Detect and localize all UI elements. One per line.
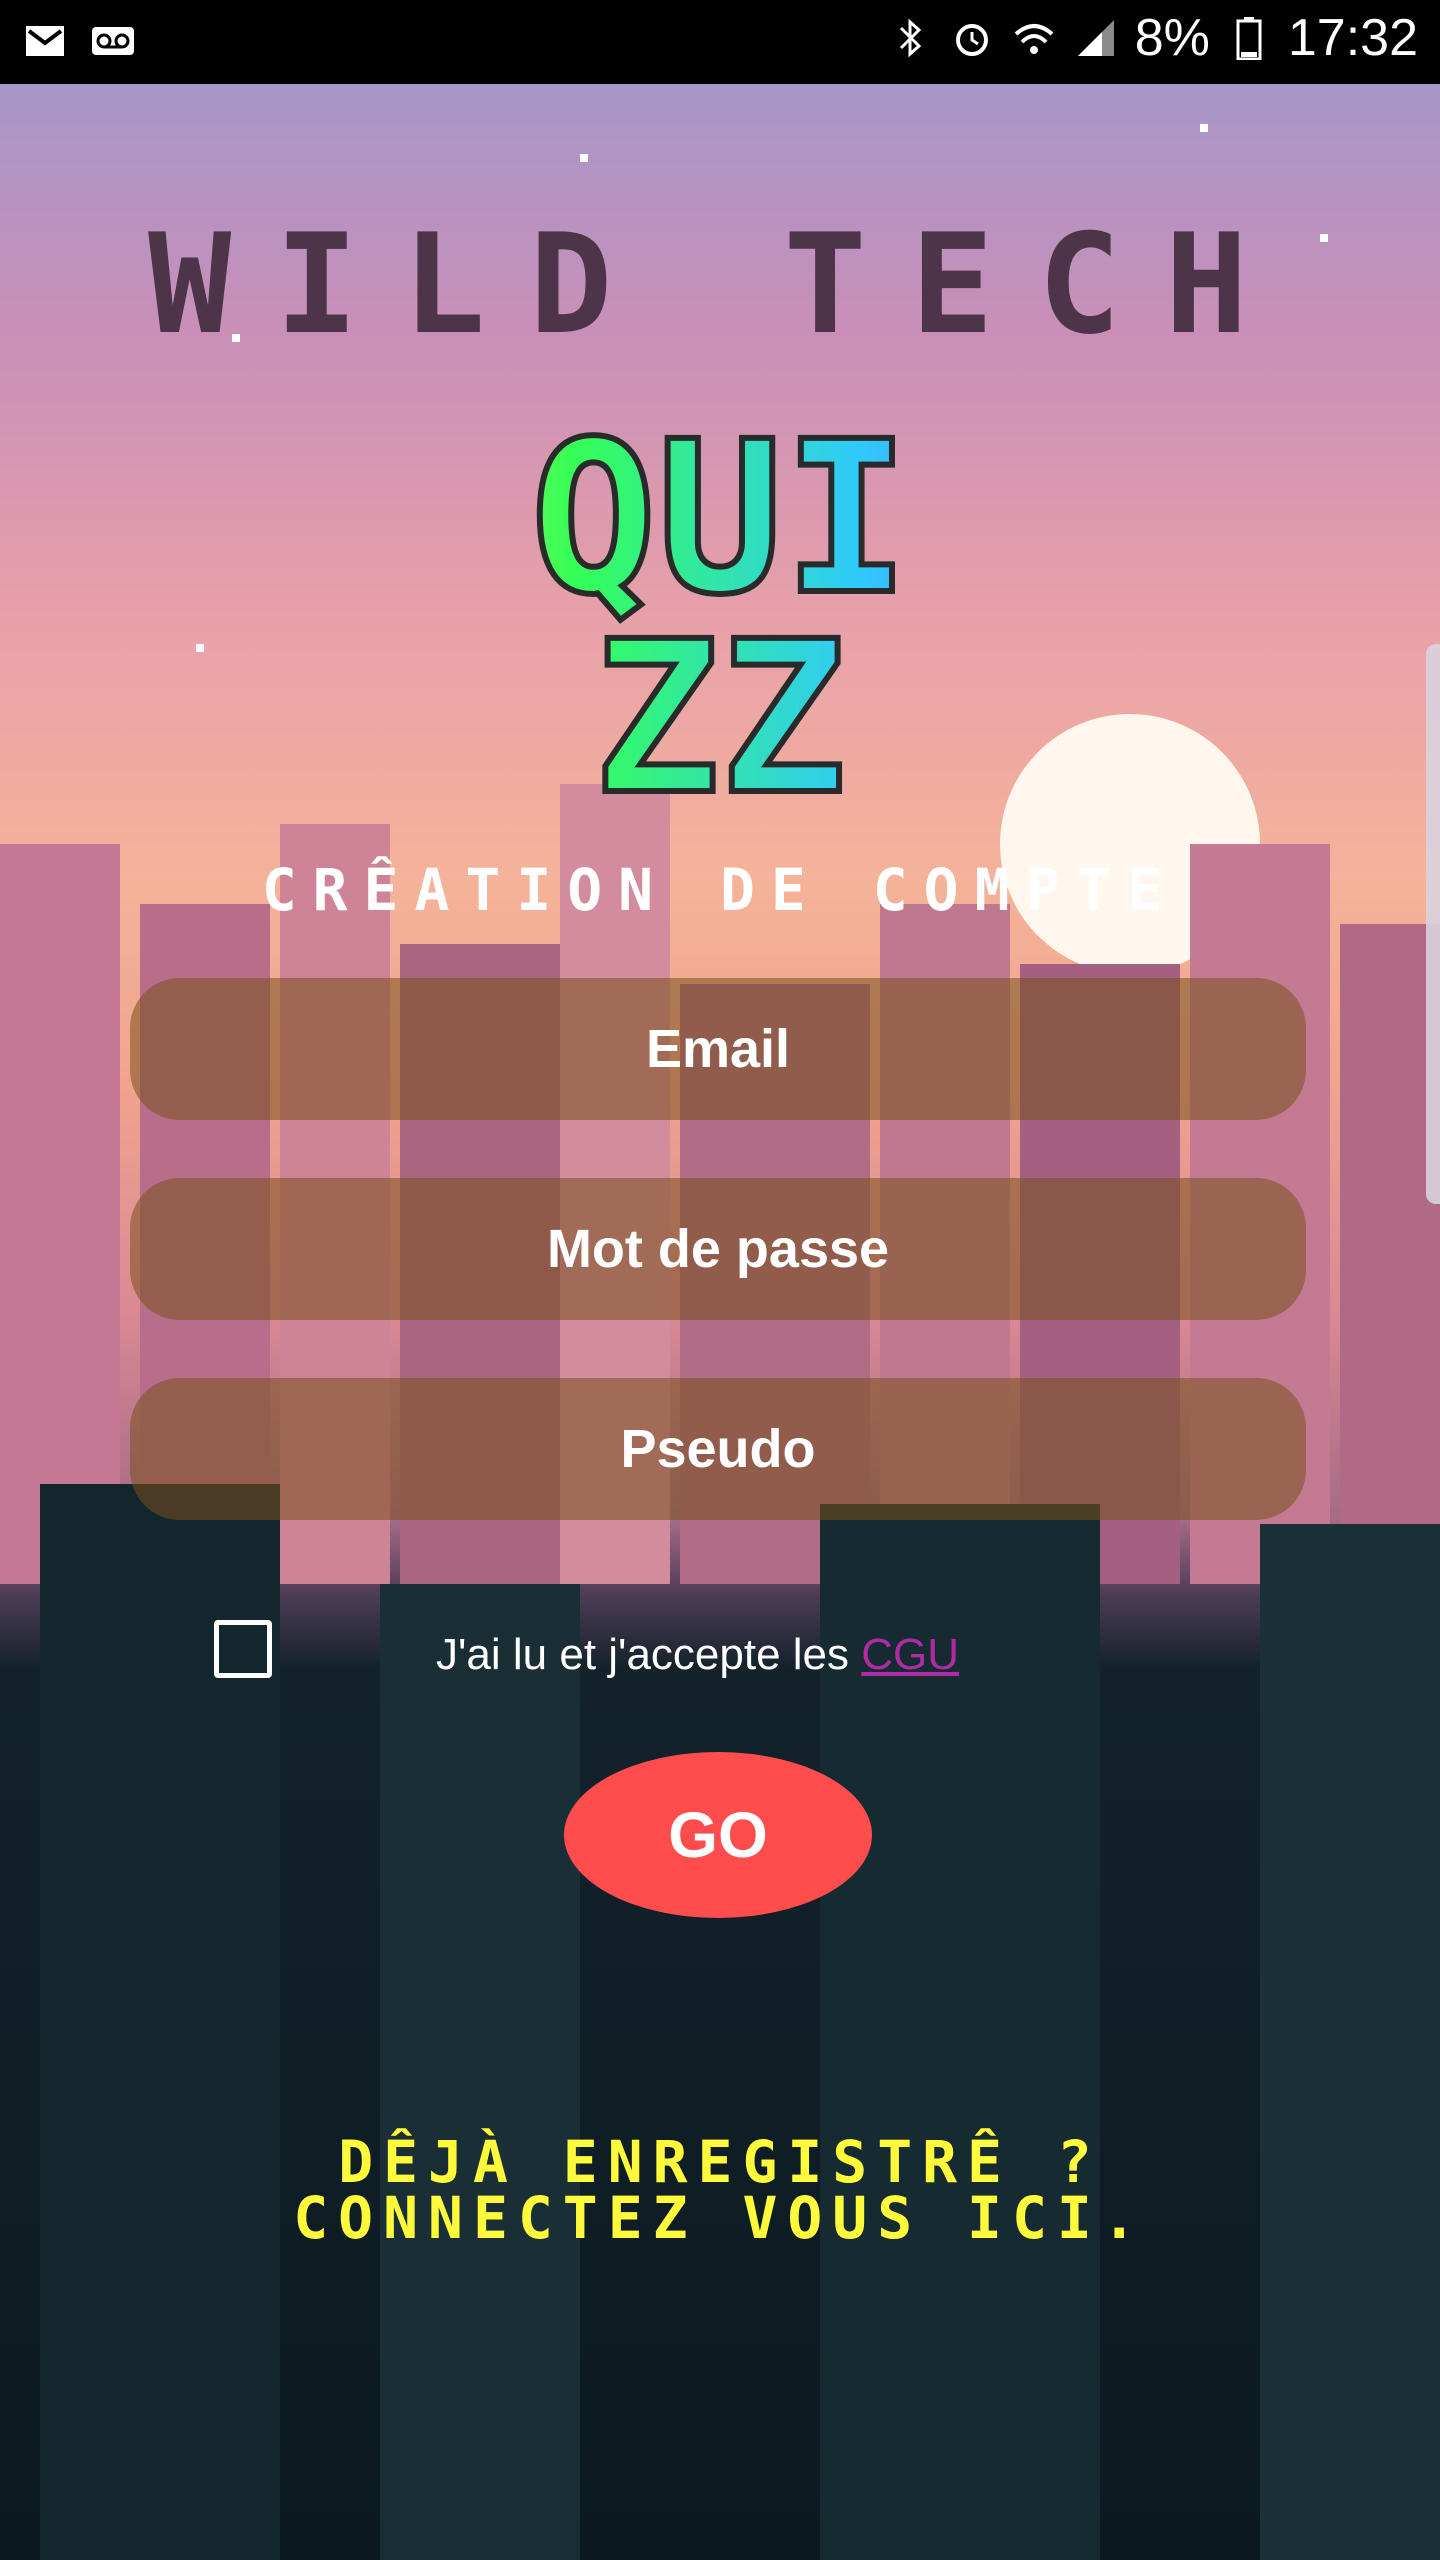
email-placeholder: Email bbox=[645, 1019, 791, 1079]
login-link[interactable]: DÊJÀ ENREGISTRÊ ? CONNECTEZ VOUS ICI. bbox=[0, 2128, 1440, 2252]
building bbox=[380, 1584, 580, 2560]
login-line1: DÊJÀ ENREGISTRÊ ? bbox=[338, 2128, 1102, 2196]
building bbox=[1340, 924, 1440, 1584]
page-title: CRÊATION DE COMPTE bbox=[261, 856, 1179, 924]
alarm-icon bbox=[949, 15, 995, 61]
signal-icon bbox=[1073, 15, 1119, 61]
cgu-link[interactable]: CGU bbox=[861, 1630, 959, 1679]
terms-checkbox[interactable] bbox=[214, 1620, 272, 1678]
battery-percent: 8% bbox=[1134, 9, 1210, 67]
building bbox=[1260, 1524, 1440, 2560]
quiz-logo-line1: QUI bbox=[0, 411, 1440, 627]
clock: 17:32 bbox=[1287, 9, 1418, 67]
go-button[interactable]: GO bbox=[564, 1752, 872, 1918]
battery-icon bbox=[1226, 15, 1272, 61]
building bbox=[0, 844, 120, 1584]
terms-label: J'ai lu et j'accepte les CGU bbox=[436, 1630, 959, 1680]
voicemail-icon bbox=[90, 18, 136, 64]
bluetooth-icon bbox=[887, 15, 933, 61]
brand-logo: WILD TECH bbox=[148, 204, 1292, 365]
quiz-logo-line2: ZZ bbox=[0, 611, 1440, 827]
edge-panel-handle[interactable] bbox=[1426, 644, 1440, 1204]
password-placeholder: Mot de passe bbox=[546, 1219, 890, 1279]
wifi-icon bbox=[1011, 15, 1057, 61]
gmail-icon bbox=[22, 18, 68, 64]
star bbox=[580, 154, 588, 162]
background-scene: WILD TECH QUI ZZ CRÊATION DE COMPTE Emai… bbox=[0, 84, 1440, 2560]
email-field[interactable]: Email bbox=[130, 978, 1306, 1120]
pseudo-placeholder: Pseudo bbox=[620, 1419, 816, 1479]
password-field[interactable]: Mot de passe bbox=[130, 1178, 1306, 1320]
login-line2: CONNECTEZ VOUS ICI. bbox=[293, 2184, 1147, 2252]
pseudo-field[interactable]: Pseudo bbox=[130, 1378, 1306, 1520]
status-bar: 8% 17:32 bbox=[0, 0, 1440, 84]
terms-text: J'ai lu et j'accepte les bbox=[436, 1630, 862, 1679]
star bbox=[1200, 124, 1208, 132]
